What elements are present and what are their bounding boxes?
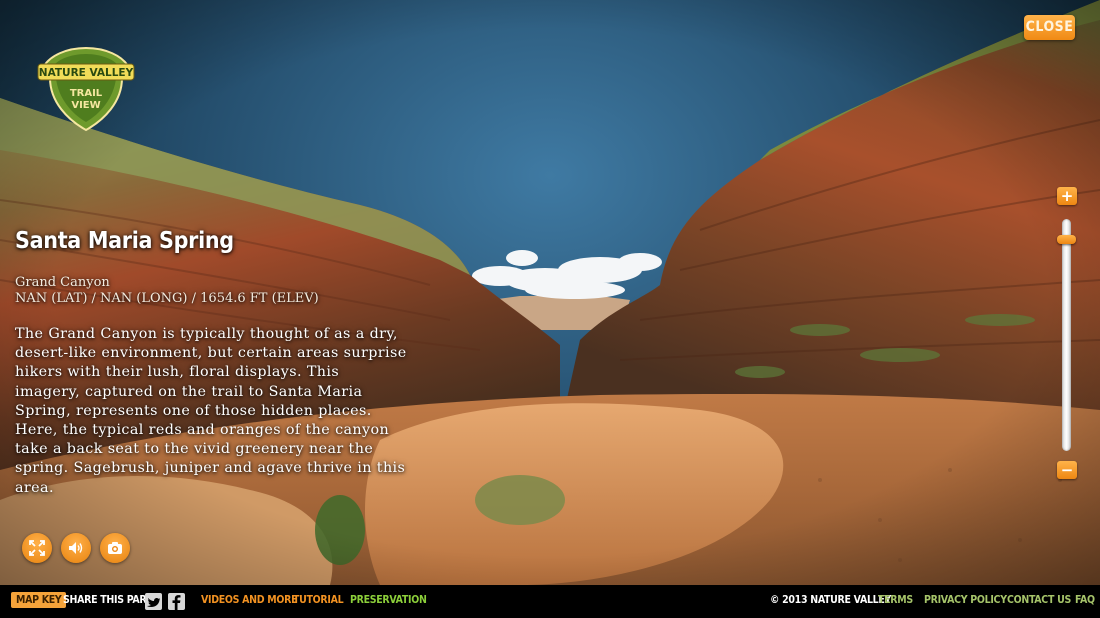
twitter-icon (147, 597, 160, 607)
location-title: Santa Maria Spring (15, 228, 234, 254)
zoom-out-button[interactable]: − (1057, 461, 1077, 479)
fullscreen-icon (29, 540, 45, 556)
location-description: The Grand Canyon is typically thought of… (15, 326, 407, 496)
copyright-text: © 2013 NATURE VALLEY (770, 594, 892, 606)
zoom-slider-track[interactable] (1062, 219, 1071, 451)
speaker-icon (69, 542, 83, 554)
twitter-button[interactable] (145, 593, 162, 610)
camera-icon (108, 542, 122, 554)
share-label: SHARE THIS PARK (63, 594, 154, 606)
sound-button[interactable] (61, 533, 91, 563)
svg-text:VIEW: VIEW (71, 100, 100, 111)
location-region: Grand Canyon (15, 275, 110, 290)
camera-button[interactable] (100, 533, 130, 563)
fullscreen-button[interactable] (22, 533, 52, 563)
privacy-policy-link[interactable]: PRIVACY POLICY (924, 594, 1007, 606)
faq-link[interactable]: FAQ (1075, 594, 1095, 606)
zoom-in-button[interactable]: + (1057, 187, 1077, 205)
preservation-link[interactable]: PRESERVATION (350, 594, 427, 606)
location-info-panel: Santa Maria Spring Grand Canyon NAN (LAT… (15, 228, 415, 498)
contact-us-link[interactable]: CONTACT US (1007, 594, 1071, 606)
facebook-icon (172, 595, 181, 610)
terms-link[interactable]: TERMS (878, 594, 913, 606)
footer-bar: MAP KEY SHARE THIS PARK VIDEOS AND MORE … (0, 585, 1100, 618)
svg-text:TRAIL: TRAIL (70, 88, 103, 99)
map-key-button[interactable]: MAP KEY (11, 592, 67, 608)
close-button[interactable]: CLOSE (1024, 15, 1075, 40)
zoom-slider-thumb[interactable] (1057, 234, 1076, 244)
location-coordinates: NAN (LAT) / NAN (LONG) / 1654.6 FT (ELEV… (15, 291, 319, 306)
nature-valley-trail-view-logo[interactable]: NATURE VALLEY TRAIL VIEW (36, 44, 136, 132)
svg-text:NATURE VALLEY: NATURE VALLEY (39, 67, 134, 79)
facebook-button[interactable] (168, 593, 185, 610)
videos-link[interactable]: VIDEOS AND MORE (201, 594, 298, 606)
tutorial-link[interactable]: TUTORIAL (293, 594, 344, 606)
